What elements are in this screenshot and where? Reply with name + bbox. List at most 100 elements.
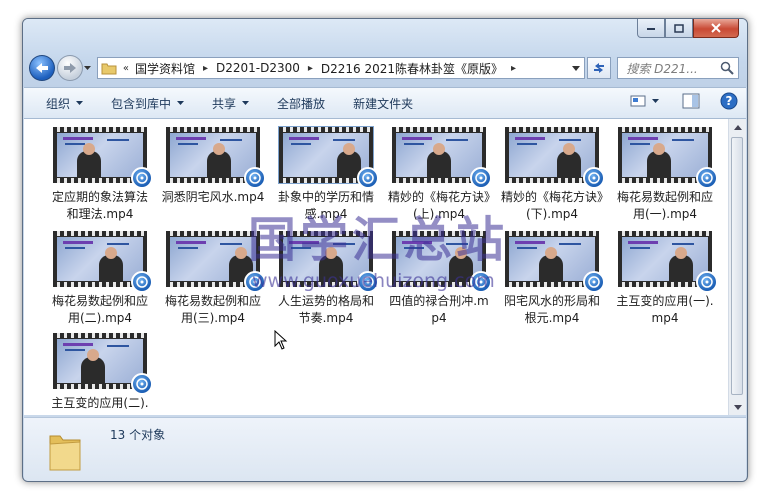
forward-arrow-icon: [63, 63, 76, 73]
vertical-scrollbar[interactable]: [728, 119, 746, 415]
file-name: 梅花易数起例和应用(二).mp4: [51, 294, 148, 325]
breadcrumb-item-1[interactable]: 国学资料馆: [135, 60, 195, 77]
chevron-down-icon: [76, 101, 84, 105]
file-name: 主互变的应用(一).mp4: [616, 294, 714, 325]
watermark-url: www.guoxuehuizong.com: [252, 270, 495, 292]
organize-menu[interactable]: 组织: [38, 95, 91, 112]
new-folder-label: 新建文件夹: [353, 96, 414, 111]
video-file-icon: [470, 167, 492, 189]
file-item[interactable]: 洞悉阴宅风水.mp4: [161, 127, 266, 206]
item-count: 13 个对象: [110, 428, 166, 442]
include-in-library-label: 包含到库中: [111, 96, 172, 111]
video-thumbnail[interactable]: [166, 127, 266, 189]
file-name: 四值的禄合刑冲.mp4: [389, 294, 489, 325]
chevron-down-icon: [242, 101, 250, 105]
folder-small-icon: [101, 63, 117, 75]
navigation-bar: « 国学资料馆 ▸ D2201-D2300 ▸ D2216 2021陈春林卦筮《…: [29, 53, 739, 83]
minimize-button[interactable]: [637, 19, 665, 38]
search-placeholder: 搜索 D221...: [626, 61, 698, 76]
breadcrumb-item-3[interactable]: D2216 2021陈春林卦筮《原版》: [321, 60, 503, 77]
file-item[interactable]: 主互变的应用(二).mp4: [48, 333, 153, 415]
video-thumbnail[interactable]: [278, 126, 379, 189]
video-thumbnail[interactable]: [53, 231, 153, 293]
back-arrow-icon: [35, 63, 48, 73]
chevron-down-icon: [733, 404, 742, 410]
video-thumbnail[interactable]: [53, 127, 153, 189]
video-thumbnail[interactable]: [505, 231, 605, 293]
share-label: 共享: [212, 96, 237, 111]
close-icon: [711, 23, 721, 33]
play-all-label: 全部播放: [277, 96, 326, 111]
file-item[interactable]: 主互变的应用(一).mp4: [613, 231, 718, 327]
video-file-icon: [131, 373, 153, 395]
file-name: 阳宅风水的形局和根元.mp4: [503, 294, 600, 325]
view-icon[interactable]: [630, 94, 646, 108]
scroll-up-button[interactable]: [729, 119, 746, 135]
address-bar[interactable]: « 国学资料馆 ▸ D2201-D2300 ▸ D2216 2021陈春林卦筮《…: [96, 57, 586, 79]
toolbar-right-group: ?: [630, 92, 738, 110]
chevron-up-icon: [733, 124, 742, 130]
maximize-icon: [674, 23, 684, 33]
video-thumbnail[interactable]: [392, 127, 492, 189]
breadcrumb: 国学资料馆 ▸ D2201-D2300 ▸ D2216 2021陈春林卦筮《原版…: [135, 60, 524, 77]
breadcrumb-prefix[interactable]: «: [123, 63, 129, 74]
refresh-button[interactable]: [587, 57, 612, 79]
file-name: 主互变的应用(二).mp4: [51, 396, 149, 415]
share-menu[interactable]: 共享: [204, 95, 257, 112]
recent-pages-dropdown[interactable]: [83, 55, 93, 81]
details-pane: 13 个对象: [24, 417, 746, 481]
folder-icon: [49, 435, 81, 471]
file-item[interactable]: 精妙的《梅花方诀》(下).mp4: [500, 127, 605, 223]
video-thumbnail[interactable]: [618, 127, 718, 189]
video-file-icon: [696, 167, 718, 189]
chevron-down-icon: [177, 101, 185, 105]
breadcrumb-separator-icon[interactable]: ▸: [203, 63, 208, 74]
video-file-icon: [357, 167, 379, 189]
caption-buttons: [637, 19, 739, 38]
video-file-icon: [583, 271, 605, 293]
breadcrumb-item-2[interactable]: D2201-D2300: [216, 61, 300, 75]
video-thumbnail[interactable]: [166, 231, 266, 293]
file-item[interactable]: 梅花易数起例和应用(一).mp4: [613, 127, 718, 223]
video-thumbnail[interactable]: [53, 333, 153, 395]
file-item[interactable]: 梅花易数起例和应用(二).mp4: [48, 231, 153, 327]
video-file-icon: [696, 271, 718, 293]
file-name: 定应期的象法算法和理法.mp4: [51, 190, 148, 221]
minimize-icon: [647, 28, 655, 30]
forward-button[interactable]: [56, 55, 83, 81]
video-file-icon: [244, 167, 266, 189]
breadcrumb-separator-icon[interactable]: ▸: [308, 63, 313, 74]
svg-text:?: ?: [726, 94, 733, 108]
maximize-button[interactable]: [665, 19, 693, 38]
play-all-button[interactable]: 全部播放: [269, 95, 333, 112]
watermark-title: 国学汇总站: [248, 212, 509, 268]
video-thumbnail[interactable]: [618, 231, 718, 293]
address-dropdown[interactable]: [572, 62, 581, 77]
video-file-icon: [583, 167, 605, 189]
refresh-icon: [594, 63, 605, 73]
back-button[interactable]: [29, 55, 55, 81]
search-icon[interactable]: [720, 61, 734, 75]
chevron-down-icon: [84, 66, 92, 70]
help-icon[interactable]: ?: [720, 92, 738, 110]
file-item[interactable]: 定应期的象法算法和理法.mp4: [48, 127, 153, 223]
chevron-down-icon[interactable]: [652, 94, 660, 108]
file-item[interactable]: 阳宅风水的形局和根元.mp4: [500, 231, 605, 327]
command-bar: 组织 包含到库中 共享 全部播放 新建文件夹 ?: [24, 87, 746, 119]
new-folder-button[interactable]: 新建文件夹: [345, 95, 421, 112]
search-box[interactable]: 搜索 D221...: [617, 57, 739, 79]
organize-label: 组织: [46, 96, 71, 111]
video-file-icon: [131, 271, 153, 293]
file-name: 梅花易数起例和应用(一).mp4: [616, 190, 713, 221]
video-thumbnail[interactable]: [505, 127, 605, 189]
scroll-down-button[interactable]: [729, 399, 746, 415]
file-name: 梅花易数起例和应用(三).mp4: [164, 294, 261, 325]
mouse-cursor-icon: [274, 330, 288, 350]
include-in-library-menu[interactable]: 包含到库中: [103, 95, 192, 112]
video-file-icon: [131, 167, 153, 189]
breadcrumb-separator-icon[interactable]: ▸: [511, 63, 516, 74]
scroll-thumb[interactable]: [731, 137, 743, 395]
file-name: 精妙的《梅花方诀》(下).mp4: [500, 190, 603, 221]
preview-pane-icon[interactable]: [682, 93, 700, 109]
close-button[interactable]: [693, 19, 739, 38]
